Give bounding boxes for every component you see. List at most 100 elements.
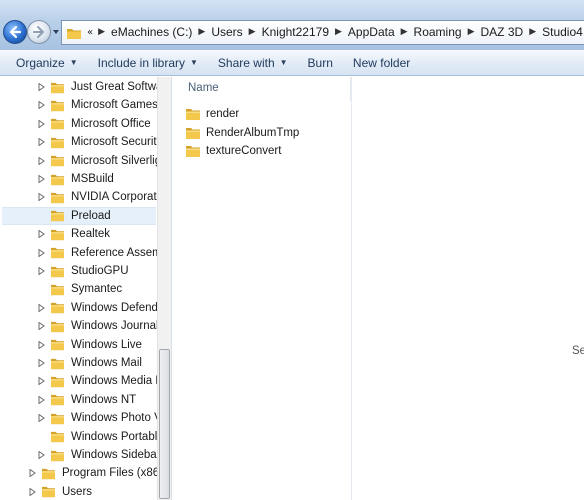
tree-expander[interactable] <box>36 137 46 147</box>
expand-arrow-icon <box>38 303 45 312</box>
tree-expander[interactable] <box>36 395 46 405</box>
folder-icon <box>51 284 64 295</box>
expand-arrow-icon <box>38 451 45 459</box>
sidebar-item[interactable]: StudioGPU <box>0 262 156 280</box>
navigation-pane[interactable]: Just Great Software Microsoft Games Micros… <box>0 77 172 500</box>
tree-expander[interactable] <box>36 450 46 460</box>
sidebar-item[interactable]: Windows Mail <box>0 354 156 372</box>
folder-icon <box>67 28 81 39</box>
sidebar-item[interactable]: MSBuild <box>0 170 156 188</box>
breadcrumb-roaming[interactable]: Roaming <box>410 21 466 44</box>
tree-expander[interactable] <box>36 229 46 239</box>
sidebar-item[interactable]: Windows Sidebar <box>0 446 160 464</box>
sidebar-item[interactable]: Reference Assemblies <box>0 244 171 262</box>
breadcrumb-separator-icon[interactable]: ▶ <box>96 21 107 44</box>
tree-expander[interactable] <box>36 100 46 110</box>
expand-arrow-icon <box>38 138 45 147</box>
more-locations-chevron[interactable]: « <box>84 27 96 38</box>
sidebar-item[interactable]: Program Files (x86) <box>0 464 163 482</box>
share-with-button[interactable]: Share with ▼ <box>208 51 298 75</box>
sidebar-item[interactable]: Realtek <box>0 225 156 243</box>
tree-expander[interactable] <box>36 266 46 276</box>
folder-icon <box>51 211 64 222</box>
sidebar-item[interactable]: Windows Live <box>0 336 156 354</box>
sidebar-item-label: Program Files (x86) <box>62 467 163 480</box>
tree-expander[interactable] <box>36 303 46 313</box>
tree-expander[interactable] <box>36 82 46 92</box>
tree-expander[interactable] <box>36 156 46 166</box>
history-dropdown-icon[interactable] <box>52 28 60 36</box>
breadcrumb-separator-icon[interactable]: ▶ <box>399 21 410 44</box>
list-item[interactable]: textureConvert <box>185 142 281 160</box>
folder-icon <box>51 119 64 130</box>
forward-arrow-icon <box>33 26 44 38</box>
breadcrumb-daz3d[interactable]: DAZ 3D <box>477 21 528 44</box>
folder-icon <box>51 413 64 424</box>
forward-button[interactable] <box>27 20 51 44</box>
tree-expander[interactable] <box>36 340 46 350</box>
sidebar-item[interactable]: Windows NT <box>0 391 156 409</box>
breadcrumb-user[interactable]: Knight22179 <box>258 21 333 44</box>
nav-scrollbar[interactable] <box>157 77 171 500</box>
sidebar-item-label: Users <box>62 485 93 498</box>
breadcrumb-separator-icon[interactable]: ▶ <box>196 21 207 44</box>
breadcrumb-drive[interactable]: eMachines (C:) <box>107 21 196 44</box>
burn-button[interactable]: Burn <box>298 51 343 75</box>
tree-expander[interactable] <box>36 248 46 258</box>
sidebar-item-label: Windows Mail <box>71 357 142 369</box>
address-bar[interactable]: « ▶ eMachines (C:) ▶ Users ▶ Knight22179… <box>61 20 584 45</box>
tree-expander[interactable] <box>36 321 46 331</box>
include-in-library-button[interactable]: Include in library ▼ <box>88 51 208 75</box>
nav-scrollbar-thumb[interactable] <box>159 349 170 499</box>
breadcrumb-appdata[interactable]: AppData <box>344 21 399 44</box>
tree-expander[interactable] <box>36 192 46 202</box>
sidebar-item[interactable]: Microsoft Games <box>0 96 158 114</box>
tree-expander[interactable] <box>36 413 46 423</box>
tree-expander[interactable] <box>36 174 46 184</box>
preview-pane-hint: Se <box>572 345 584 357</box>
sidebar-item[interactable]: Windows Media Player <box>0 372 171 390</box>
sidebar-item[interactable]: Users <box>0 483 156 500</box>
sidebar-item[interactable]: NVIDIA Corporation <box>0 188 171 206</box>
organize-button[interactable]: Organize ▼ <box>6 51 88 75</box>
tree-expander <box>36 432 46 442</box>
expand-arrow-icon <box>38 83 45 91</box>
sidebar-item[interactable]: Symantec <box>0 280 156 298</box>
breadcrumb-separator-icon[interactable]: ▶ <box>247 21 258 44</box>
tree-expander[interactable] <box>27 487 37 497</box>
file-list[interactable]: Name render RenderAlbumTmp textureConvert … <box>173 77 584 500</box>
sidebar-item[interactable]: Windows Photo Viewer <box>0 409 171 427</box>
breadcrumb-separator-icon[interactable]: ▶ <box>333 21 344 44</box>
back-button[interactable] <box>3 20 27 44</box>
sidebar-item-label: StudioGPU <box>71 265 129 277</box>
breadcrumb-separator-icon[interactable]: ▶ <box>527 21 538 44</box>
sidebar-item[interactable]: Preload <box>2 206 156 225</box>
breadcrumb-separator-icon[interactable]: ▶ <box>466 21 477 44</box>
column-header-label: Name <box>188 82 219 94</box>
folder-icon <box>42 487 55 498</box>
sidebar-item[interactable]: Microsoft Silverlight <box>0 152 171 170</box>
folder-icon <box>51 229 64 240</box>
tree-expander[interactable] <box>36 376 46 386</box>
tree-expander[interactable] <box>27 468 37 478</box>
sidebar-item-label: Windows Journal <box>71 320 159 333</box>
list-item[interactable]: RenderAlbumTmp <box>185 124 299 142</box>
sidebar-item[interactable]: Microsoft Office <box>0 115 156 133</box>
sidebar-item[interactable]: Windows Journal <box>0 317 159 335</box>
expand-arrow-icon <box>38 230 45 239</box>
sidebar-item[interactable]: Windows Defender <box>0 299 168 317</box>
sidebar-item[interactable]: Windows Portable Devices <box>0 428 171 446</box>
expand-arrow-icon <box>38 156 45 165</box>
organize-label: Organize <box>16 55 65 70</box>
tree-expander[interactable] <box>36 358 46 368</box>
tree-expander[interactable] <box>36 119 46 129</box>
list-item[interactable]: render <box>185 105 239 123</box>
folder-icon <box>51 339 64 351</box>
new-folder-button[interactable]: New folder <box>343 51 420 75</box>
breadcrumb-users[interactable]: Users <box>207 21 246 44</box>
folder-icon <box>51 100 64 111</box>
sidebar-item[interactable]: Microsoft Security Client <box>0 133 171 151</box>
column-header-name[interactable]: Name <box>173 77 351 101</box>
sidebar-item[interactable]: Just Great Software <box>0 78 171 96</box>
breadcrumb-studio4[interactable]: Studio4 <box>538 21 584 44</box>
